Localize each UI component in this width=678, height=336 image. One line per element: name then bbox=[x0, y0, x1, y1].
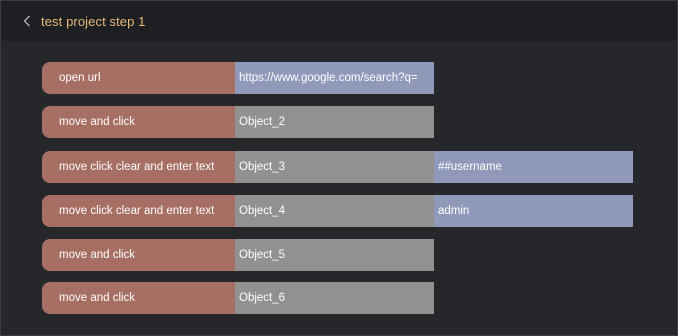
step-action-block[interactable]: move click clear and enter text bbox=[42, 195, 235, 227]
step-target-field[interactable]: Object_2 bbox=[235, 106, 434, 138]
step-row: move click clear and enter text Object_4… bbox=[42, 195, 642, 227]
step-target-field[interactable]: https://www.google.com/search?q= bbox=[235, 62, 434, 94]
step-row: move and click Object_2 bbox=[42, 106, 642, 138]
step-row: move and click Object_5 bbox=[42, 239, 642, 271]
step-target-field[interactable]: Object_6 bbox=[235, 282, 434, 314]
step-value-field[interactable]: admin bbox=[434, 195, 633, 227]
page-title: test project step 1 bbox=[41, 13, 146, 29]
step-row: move and click Object_6 bbox=[42, 282, 642, 314]
chevron-left-icon bbox=[23, 15, 31, 27]
step-action-block[interactable]: move and click bbox=[42, 239, 235, 271]
app-window: test project step 1 open url https://www… bbox=[0, 0, 678, 336]
step-action-block[interactable]: open url bbox=[42, 62, 235, 94]
step-value-field[interactable]: ##username bbox=[434, 151, 633, 183]
step-action-block[interactable]: move click clear and enter text bbox=[42, 151, 235, 183]
step-target-field[interactable]: Object_5 bbox=[235, 239, 434, 271]
back-button[interactable] bbox=[17, 11, 37, 31]
step-list: open url https://www.google.com/search?q… bbox=[42, 62, 642, 326]
header-bar: test project step 1 bbox=[1, 1, 677, 41]
step-target-field[interactable]: Object_3 bbox=[235, 151, 434, 183]
step-action-block[interactable]: move and click bbox=[42, 106, 235, 138]
step-target-field[interactable]: Object_4 bbox=[235, 195, 434, 227]
step-action-block[interactable]: move and click bbox=[42, 282, 235, 314]
step-row: open url https://www.google.com/search?q… bbox=[42, 62, 642, 94]
step-row: move click clear and enter text Object_3… bbox=[42, 151, 642, 183]
